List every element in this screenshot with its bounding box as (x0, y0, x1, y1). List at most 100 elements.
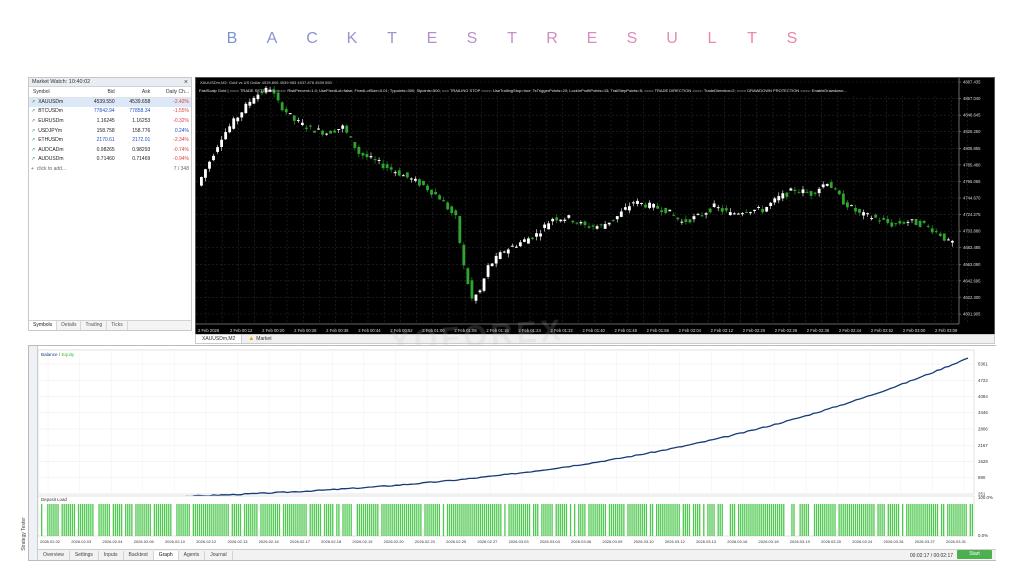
tab-graph[interactable]: Graph (153, 550, 179, 560)
date-tick-label: 2026.03.13 (696, 539, 717, 544)
symbol-row[interactable]: ↗ AUDUSDm 0.71460 0.71469 -0.94% (29, 155, 191, 165)
load-bar (90, 504, 92, 536)
load-bar (545, 504, 547, 536)
load-bar (102, 504, 104, 536)
time-tick-label: 2 Feb 00:28 (294, 328, 317, 333)
add-symbol-row[interactable]: + click to add... 7 / 348 (29, 164, 191, 174)
load-bar (461, 504, 463, 536)
tab-journal[interactable]: Journal (205, 550, 233, 560)
deposit-load-label: Deposit Load (41, 497, 67, 502)
candle-body (724, 208, 728, 211)
market-watch-titlebar: Market Watch: 10:40:02 × (29, 78, 191, 87)
title-letter: K (346, 30, 358, 47)
candle-body (652, 203, 656, 208)
time-tick-label: 2 Feb 03:08 (935, 328, 958, 333)
candle-body (321, 130, 324, 135)
date-tick-label: 2026.02.13 (227, 539, 248, 544)
candle-body (575, 222, 579, 224)
balance-graph[interactable]: 5361472240843446280621671528890251Balanc… (38, 346, 996, 551)
load-bar (813, 504, 816, 536)
load-bar (243, 504, 246, 536)
load-bar (822, 504, 824, 536)
tab-agents[interactable]: Agents (179, 550, 206, 560)
daily-change-cell: -2.42% (152, 97, 191, 107)
candle-body (833, 188, 837, 190)
tab-ticks[interactable]: Ticks (107, 321, 128, 330)
symbol-name: BTCUSDm (38, 108, 63, 115)
candle-body (531, 237, 534, 239)
date-tick-label: 2026.02.18 (321, 539, 342, 544)
bid-cell: 4539.550 (81, 97, 117, 107)
symbol-row[interactable]: ↗ BTCUSDm 77842.94 77858.34 -1.55% (29, 107, 191, 117)
candle-body (482, 278, 486, 291)
time-tick-label: 2 Feb 00:12 (230, 328, 253, 333)
candle-body (898, 220, 902, 224)
load-bar (287, 504, 289, 536)
symbol-row[interactable]: ↗ ETHUSDm 2170.61 2172.01 -2.34% (29, 135, 191, 145)
load-bar (955, 504, 957, 536)
load-bar (522, 504, 525, 536)
load-bar (104, 504, 106, 536)
tab-inputs[interactable]: Inputs (99, 550, 124, 560)
load-bar (756, 504, 758, 536)
time-tick-label: 2 Feb 02:44 (839, 328, 862, 333)
tab-backtest[interactable]: Backtest (124, 550, 154, 560)
price-tick-label: 4867.040 (963, 96, 981, 101)
column-header[interactable]: Daily Ch... (152, 87, 191, 98)
load-bar (313, 504, 315, 536)
load-bar (766, 504, 768, 536)
load-bar (399, 504, 402, 536)
price-tick-label: 4785.460 (963, 162, 981, 167)
add-symbol-cell[interactable]: + click to add... (29, 164, 152, 174)
tab-symbols[interactable]: Symbols (29, 321, 58, 330)
load-bar (719, 504, 721, 536)
candle-body (333, 130, 337, 133)
load-bar (395, 504, 397, 536)
start-button[interactable]: Start (957, 550, 992, 559)
load-bar (834, 504, 836, 536)
title-letter: T (747, 30, 757, 47)
tab-chart-xauusd[interactable]: XAUUSDm,M2 (196, 335, 243, 343)
load-bar (69, 504, 71, 536)
tab-details[interactable]: Details (57, 321, 82, 330)
load-bar (504, 504, 506, 536)
tab-trading[interactable]: Trading (81, 321, 108, 330)
symbol-row[interactable]: ↗ AUDCADm 0.98265 0.98293 -0.74% (29, 145, 191, 155)
load-bar (311, 504, 313, 536)
candle-body (434, 191, 437, 195)
tab-market[interactable]: ▲ Market (242, 335, 277, 343)
bid-cell: 1.16245 (96, 117, 115, 124)
arrow-up-icon: ↗ (31, 127, 36, 134)
candle-body (313, 130, 316, 133)
load-bar (815, 504, 818, 536)
load-bar (580, 504, 582, 536)
candle-body (466, 268, 470, 285)
symbol-row[interactable]: ↗ USDJPYm 158.758 158.776 0.24% (29, 126, 191, 136)
date-tick-label: 2026.03.03 (509, 539, 530, 544)
price-chart-window[interactable]: 4887.435 4867.040 4846.645 4826.250 4805.855… (195, 77, 995, 343)
load-bar (496, 504, 498, 536)
candle-body (422, 180, 425, 186)
load-bar (387, 504, 389, 536)
load-bar (430, 504, 432, 536)
candle-body (603, 224, 607, 229)
load-bar (664, 504, 666, 536)
symbol-row[interactable]: ↗ XAUUSDm 4539.550 4539.658 -2.42% (29, 97, 191, 107)
candlestick-chart[interactable]: 4887.435 4867.040 4846.645 4826.250 4805.855… (196, 78, 996, 344)
chart-symbol-info: XAUUSDm,M2: Gold vs US Dollar 4539.806 4… (200, 80, 332, 85)
tab-settings[interactable]: Settings (70, 550, 99, 560)
column-header[interactable]: Bid (81, 87, 117, 98)
load-bar (184, 504, 186, 536)
symbol-row[interactable]: ↗ EURUSDm 1.16245 1.16253 -0.32% (29, 116, 191, 126)
load-bar (520, 504, 522, 536)
column-header[interactable]: Symbol (29, 87, 82, 98)
candle-body (656, 206, 660, 209)
candle-body (591, 225, 595, 227)
close-icon[interactable]: × (184, 78, 188, 87)
load-bar (155, 504, 158, 536)
load-bar (588, 504, 590, 536)
load-bar (463, 504, 465, 536)
load-bar (207, 504, 209, 536)
tab-overview[interactable]: Overview (38, 550, 70, 560)
column-header[interactable]: Ask (116, 87, 153, 98)
